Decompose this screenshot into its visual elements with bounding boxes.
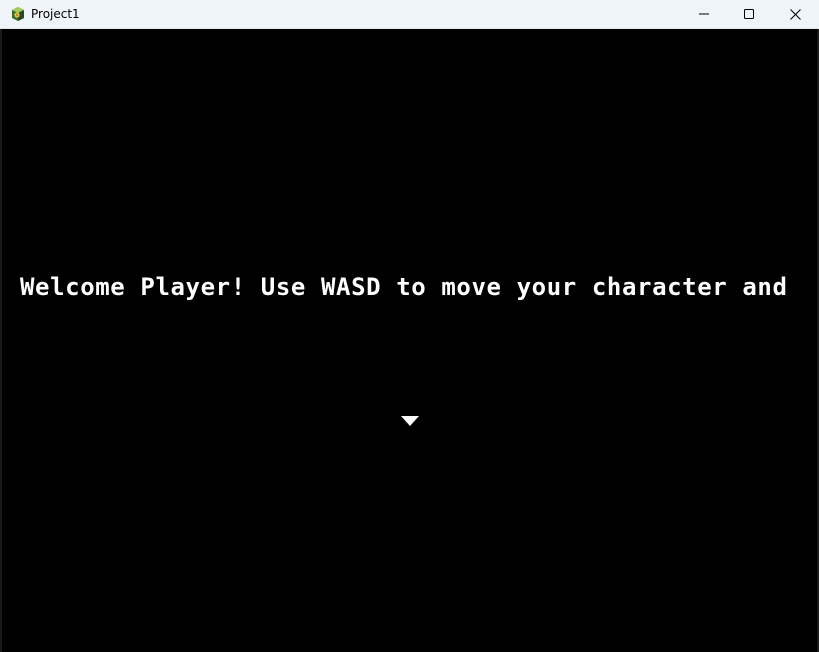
- game-window: Project1 Welcome Player! Use WASD to mov…: [0, 0, 819, 652]
- maximize-button[interactable]: [726, 0, 772, 28]
- app-icon: [10, 6, 26, 22]
- close-icon: [789, 8, 801, 20]
- close-button[interactable]: [772, 0, 818, 28]
- down-triangle-icon: [401, 416, 419, 426]
- window-title: Project1: [31, 7, 80, 21]
- message-text: Welcome Player! Use WASD to move your ch…: [20, 273, 801, 301]
- title-bar[interactable]: Project1: [0, 0, 819, 29]
- minimize-button[interactable]: [681, 0, 727, 28]
- game-canvas[interactable]: Welcome Player! Use WASD to move your ch…: [2, 29, 817, 650]
- maximize-icon: [744, 9, 754, 19]
- minimize-icon: [699, 13, 709, 15]
